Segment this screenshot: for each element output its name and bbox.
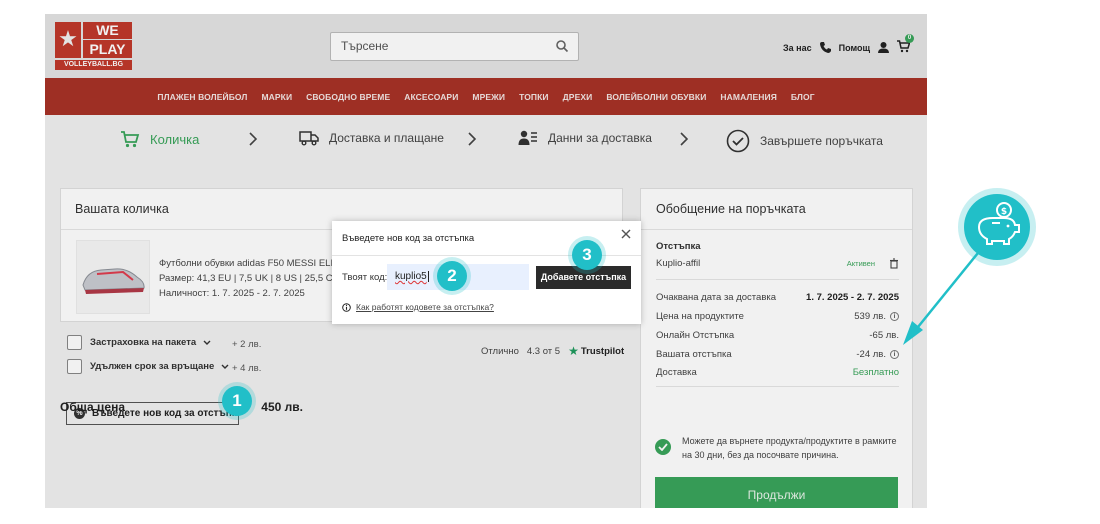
piggy-bank-icon: $ xyxy=(964,194,1030,260)
savings-icon: $ xyxy=(977,202,1020,245)
svg-text:$: $ xyxy=(1001,207,1007,217)
callout-arrow xyxy=(903,247,983,345)
